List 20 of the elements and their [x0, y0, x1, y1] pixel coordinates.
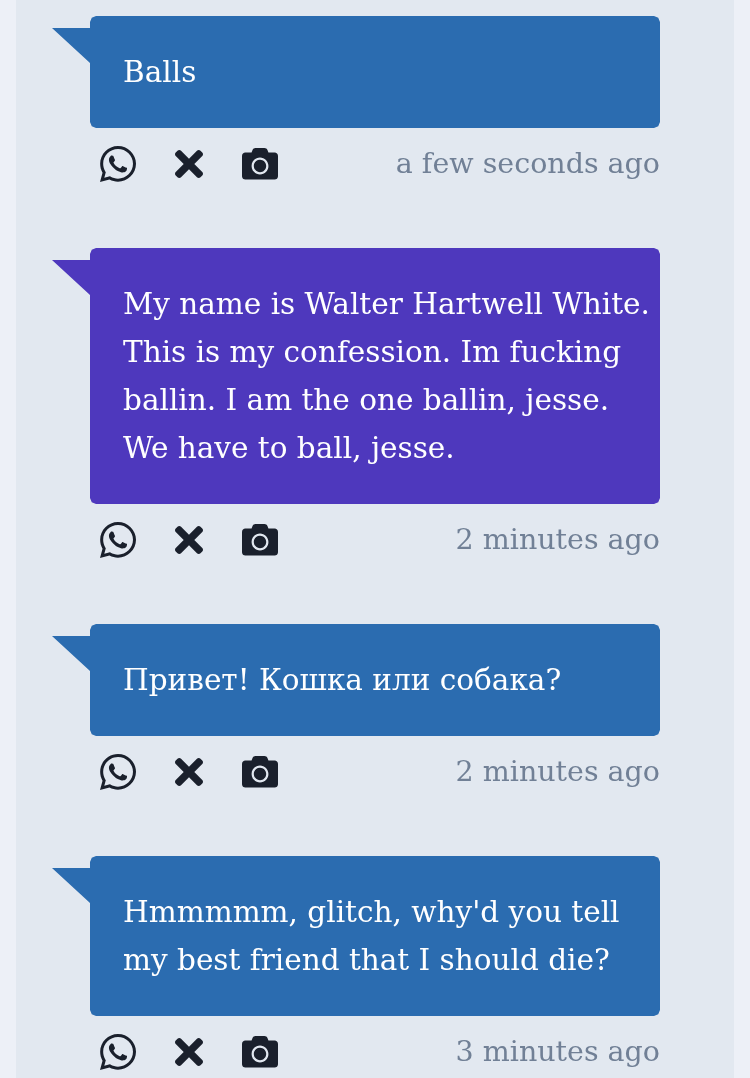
close-icon[interactable] — [175, 526, 203, 554]
timestamp: 2 minutes ago — [455, 754, 660, 790]
message-text: My name is Walter Hartwell White. This is my confession. Im fucking ballin. I am the one ballin, jesse. We have to ball, jesse. — [123, 286, 651, 467]
timestamp: a few seconds ago — [395, 146, 660, 182]
close-icon[interactable] — [175, 150, 203, 178]
message-text: Balls — [123, 54, 198, 91]
chat-phone-icon[interactable] — [100, 1034, 136, 1070]
camera-icon[interactable] — [242, 1036, 278, 1068]
chat-phone-icon[interactable] — [100, 522, 136, 558]
chat-phone-icon[interactable] — [100, 754, 136, 790]
chat-phone-icon[interactable] — [100, 146, 136, 182]
message-text: Hmmmmm, glitch, why'd you tell my best friend that I should die? — [123, 894, 621, 979]
camera-icon[interactable] — [242, 148, 278, 180]
timestamp: 3 minutes ago — [455, 1034, 660, 1070]
timestamp: 2 minutes ago — [455, 522, 660, 558]
message-text: Привет! Кошка или собака? — [123, 662, 563, 699]
close-icon[interactable] — [175, 1038, 203, 1066]
close-icon[interactable] — [175, 758, 203, 786]
camera-icon[interactable] — [242, 756, 278, 788]
camera-icon[interactable] — [242, 524, 278, 556]
